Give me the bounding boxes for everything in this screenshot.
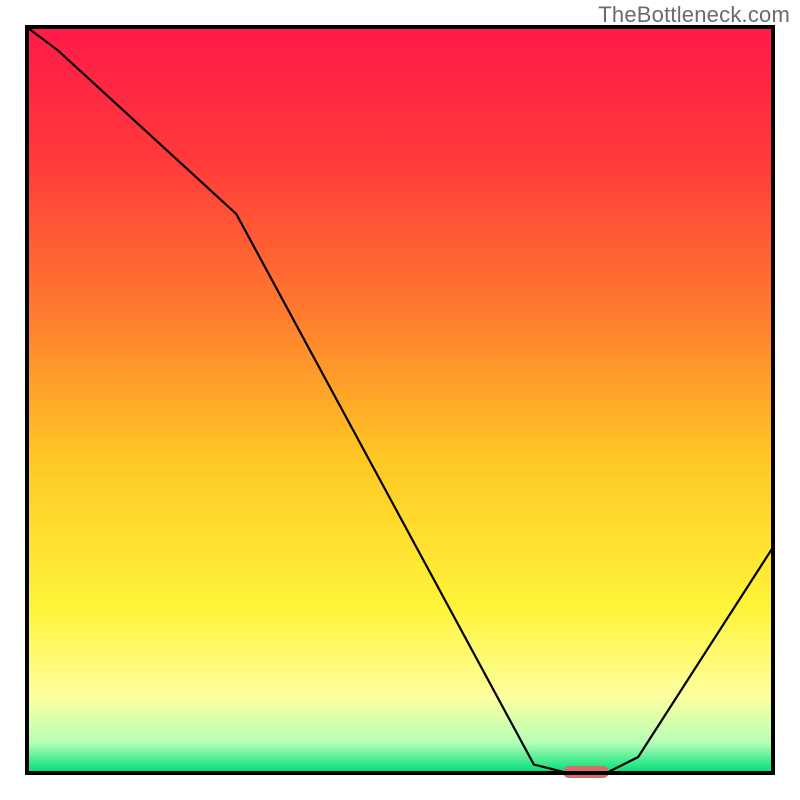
- chart-svg: [0, 0, 800, 800]
- plot-background: [28, 28, 772, 772]
- attribution-label: TheBottleneck.com: [598, 2, 790, 28]
- bottleneck-chart: TheBottleneck.com: [0, 0, 800, 800]
